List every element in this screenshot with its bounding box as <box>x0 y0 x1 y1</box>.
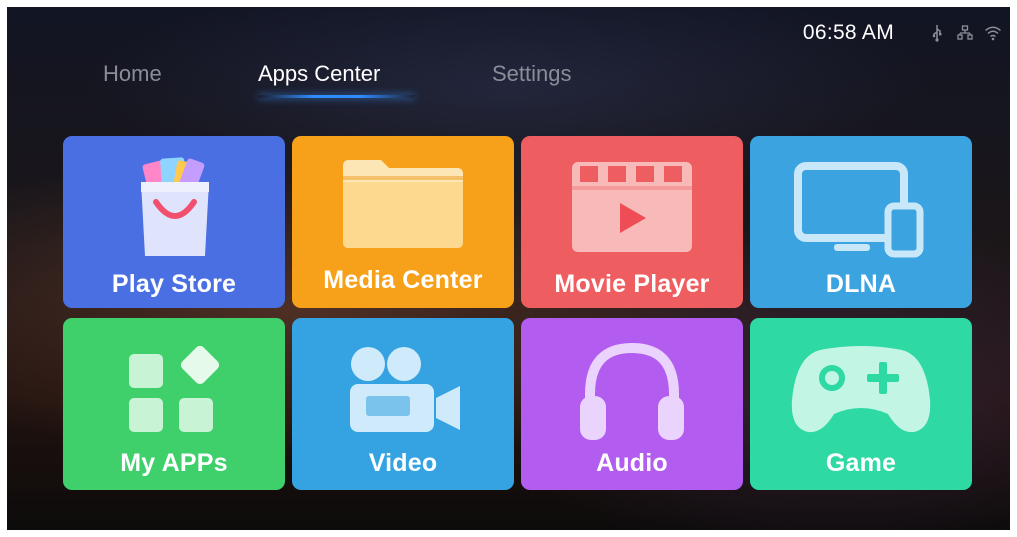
tab-home[interactable]: Home <box>103 61 162 87</box>
tile-label: Game <box>825 449 897 477</box>
ethernet-icon <box>956 23 974 43</box>
tile-label: Video <box>368 449 438 477</box>
active-tab-indicator <box>258 95 415 98</box>
film-player-icon <box>572 162 692 252</box>
tile-label: Audio <box>596 449 668 477</box>
usb-icon <box>928 23 946 43</box>
tile-audio[interactable]: Audio <box>521 318 743 490</box>
tile-movie-player[interactable]: Movie Player <box>521 136 743 308</box>
top-nav: Home Apps Center Settings <box>7 57 1010 107</box>
tile-game[interactable]: Game <box>750 318 972 490</box>
status-bar: 06:58 AM <box>803 19 1002 47</box>
tile-label: DLNA <box>825 270 897 298</box>
folder-icon <box>343 160 463 248</box>
tab-apps-center[interactable]: Apps Center <box>258 61 380 87</box>
shopping-bag-icon <box>141 157 209 256</box>
tile-label: Play Store <box>111 270 237 298</box>
tv-launcher-screen: 06:58 AM Home Apps Center Settings Play … <box>7 7 1010 530</box>
tile-label: Movie Player <box>554 270 710 298</box>
tile-video[interactable]: Video <box>292 318 514 490</box>
tile-label: My APPs <box>120 449 228 477</box>
clock: 06:58 AM <box>802 21 894 44</box>
tile-dlna[interactable]: DLNA <box>750 136 972 308</box>
apps-grid-icon <box>129 346 220 432</box>
tile-my-apps[interactable]: My APPs <box>63 318 285 490</box>
headphones-icon <box>580 342 684 440</box>
tile-media-center[interactable]: Media Center <box>292 136 514 308</box>
tile-label: Media Center <box>323 266 483 294</box>
wifi-icon <box>984 23 1002 43</box>
video-camera-icon <box>350 347 460 432</box>
monitor-phone-icon <box>794 162 924 258</box>
tile-play-store[interactable]: Play Store <box>63 136 285 308</box>
gamepad-icon <box>791 346 931 433</box>
tab-settings[interactable]: Settings <box>492 61 572 87</box>
